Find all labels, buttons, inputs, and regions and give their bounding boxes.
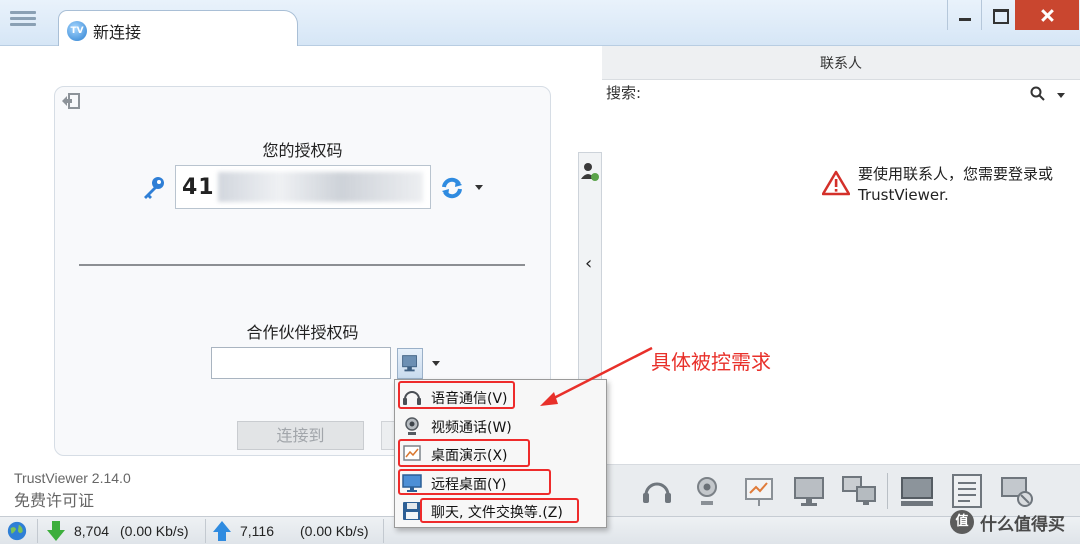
upload-value: 7,116 [240, 523, 274, 539]
my-code-label: 您的授权码 [262, 141, 343, 160]
tab-new-connection[interactable]: TV 新连接 [58, 10, 298, 47]
license-label: 免费许可证 [14, 491, 95, 510]
webcam-icon[interactable] [688, 471, 726, 511]
key-icon [144, 177, 164, 199]
headset-icon[interactable] [638, 471, 676, 511]
download-rate: (0.00 Kb/s) [120, 523, 189, 539]
app-logo-icon: TV [67, 21, 87, 41]
separator [79, 264, 525, 266]
exit-icon[interactable] [61, 93, 81, 109]
contacts-header: 联系人 [602, 46, 1080, 80]
remote-desktop-icon[interactable] [790, 471, 828, 511]
toolbar-divider [887, 473, 888, 509]
webcam-icon [405, 417, 419, 435]
code-dropdown-arrow-icon[interactable] [475, 185, 483, 190]
window-controls [947, 0, 1079, 30]
contacts-panel: 联系人 搜索: 要使用联系人，您需要登录或 TrustViewer. [602, 46, 1080, 516]
watermark-logo-icon: 值 [950, 510, 974, 534]
file-list-icon[interactable] [948, 471, 986, 511]
disconnect-screen-icon[interactable] [998, 471, 1036, 511]
contacts-person-icon [581, 163, 599, 181]
partner-code-input[interactable] [211, 347, 391, 379]
minimize-button[interactable] [947, 0, 981, 30]
my-code-field[interactable]: 41 [175, 165, 431, 209]
watermark-text: 什么值得买 [980, 514, 1065, 535]
warning-line-2: TrustViewer. [858, 186, 949, 204]
watermark: 值 什么值得买 [950, 508, 1065, 536]
warning-line-1: 要使用联系人，您需要登录或 [858, 165, 1054, 183]
tab-label: 新连接 [93, 23, 142, 42]
annotation-text: 具体被控需求 [651, 350, 771, 374]
highlight-box-presentation [398, 439, 530, 467]
highlight-box-chat [420, 498, 579, 523]
monitor-icon [402, 355, 417, 372]
annotation-arrow [540, 346, 653, 406]
close-button[interactable] [1015, 0, 1079, 30]
menu-item-label: 视频通话(W) [431, 420, 512, 436]
maximize-button[interactable] [981, 0, 1015, 30]
download-value: 8,704 [74, 523, 110, 539]
multi-screen-icon[interactable] [840, 471, 878, 511]
warning-icon [822, 170, 850, 196]
refresh-icon[interactable] [440, 177, 464, 199]
download-arrow-icon [47, 521, 65, 541]
presentation-icon[interactable] [740, 471, 778, 511]
upload-rate: (0.00 Kb/s) [300, 523, 369, 539]
download-stat: 8,704 (0.00 Kb/s) [38, 519, 206, 543]
chevron-left-icon[interactable]: ‹ [585, 253, 592, 274]
computer-icon[interactable] [898, 471, 936, 511]
hamburger-menu-icon[interactable] [8, 8, 38, 32]
version-label: TrustViewer 2.14.0 [14, 470, 131, 486]
menu-item-video[interactable]: 视频通话(W) [397, 412, 604, 439]
upload-stat: 7,116 (0.00 Kb/s) [206, 519, 384, 543]
search-icon[interactable] [1030, 86, 1046, 102]
search-dropdown-arrow-icon[interactable] [1057, 93, 1065, 98]
upload-arrow-icon [213, 521, 231, 541]
login-warning-text: 要使用联系人，您需要登录或 TrustViewer. [858, 164, 1080, 206]
my-code-value: 41 [182, 175, 215, 200]
connection-mode-button[interactable] [397, 348, 423, 379]
search-label: 搜索: [606, 84, 642, 102]
chevron-down-icon [432, 361, 440, 366]
title-bar: TV 新连接 [0, 0, 1080, 47]
mode-dropdown-button[interactable] [426, 348, 446, 379]
network-status-cell [0, 519, 38, 543]
partner-code-label: 合作伙伴授权码 [246, 323, 359, 342]
connect-button[interactable]: 连接到 [237, 421, 364, 450]
globe-icon [7, 521, 27, 541]
highlight-box-remote [398, 469, 551, 495]
highlight-box-voice [398, 381, 515, 409]
code-blur-mask [218, 172, 423, 202]
